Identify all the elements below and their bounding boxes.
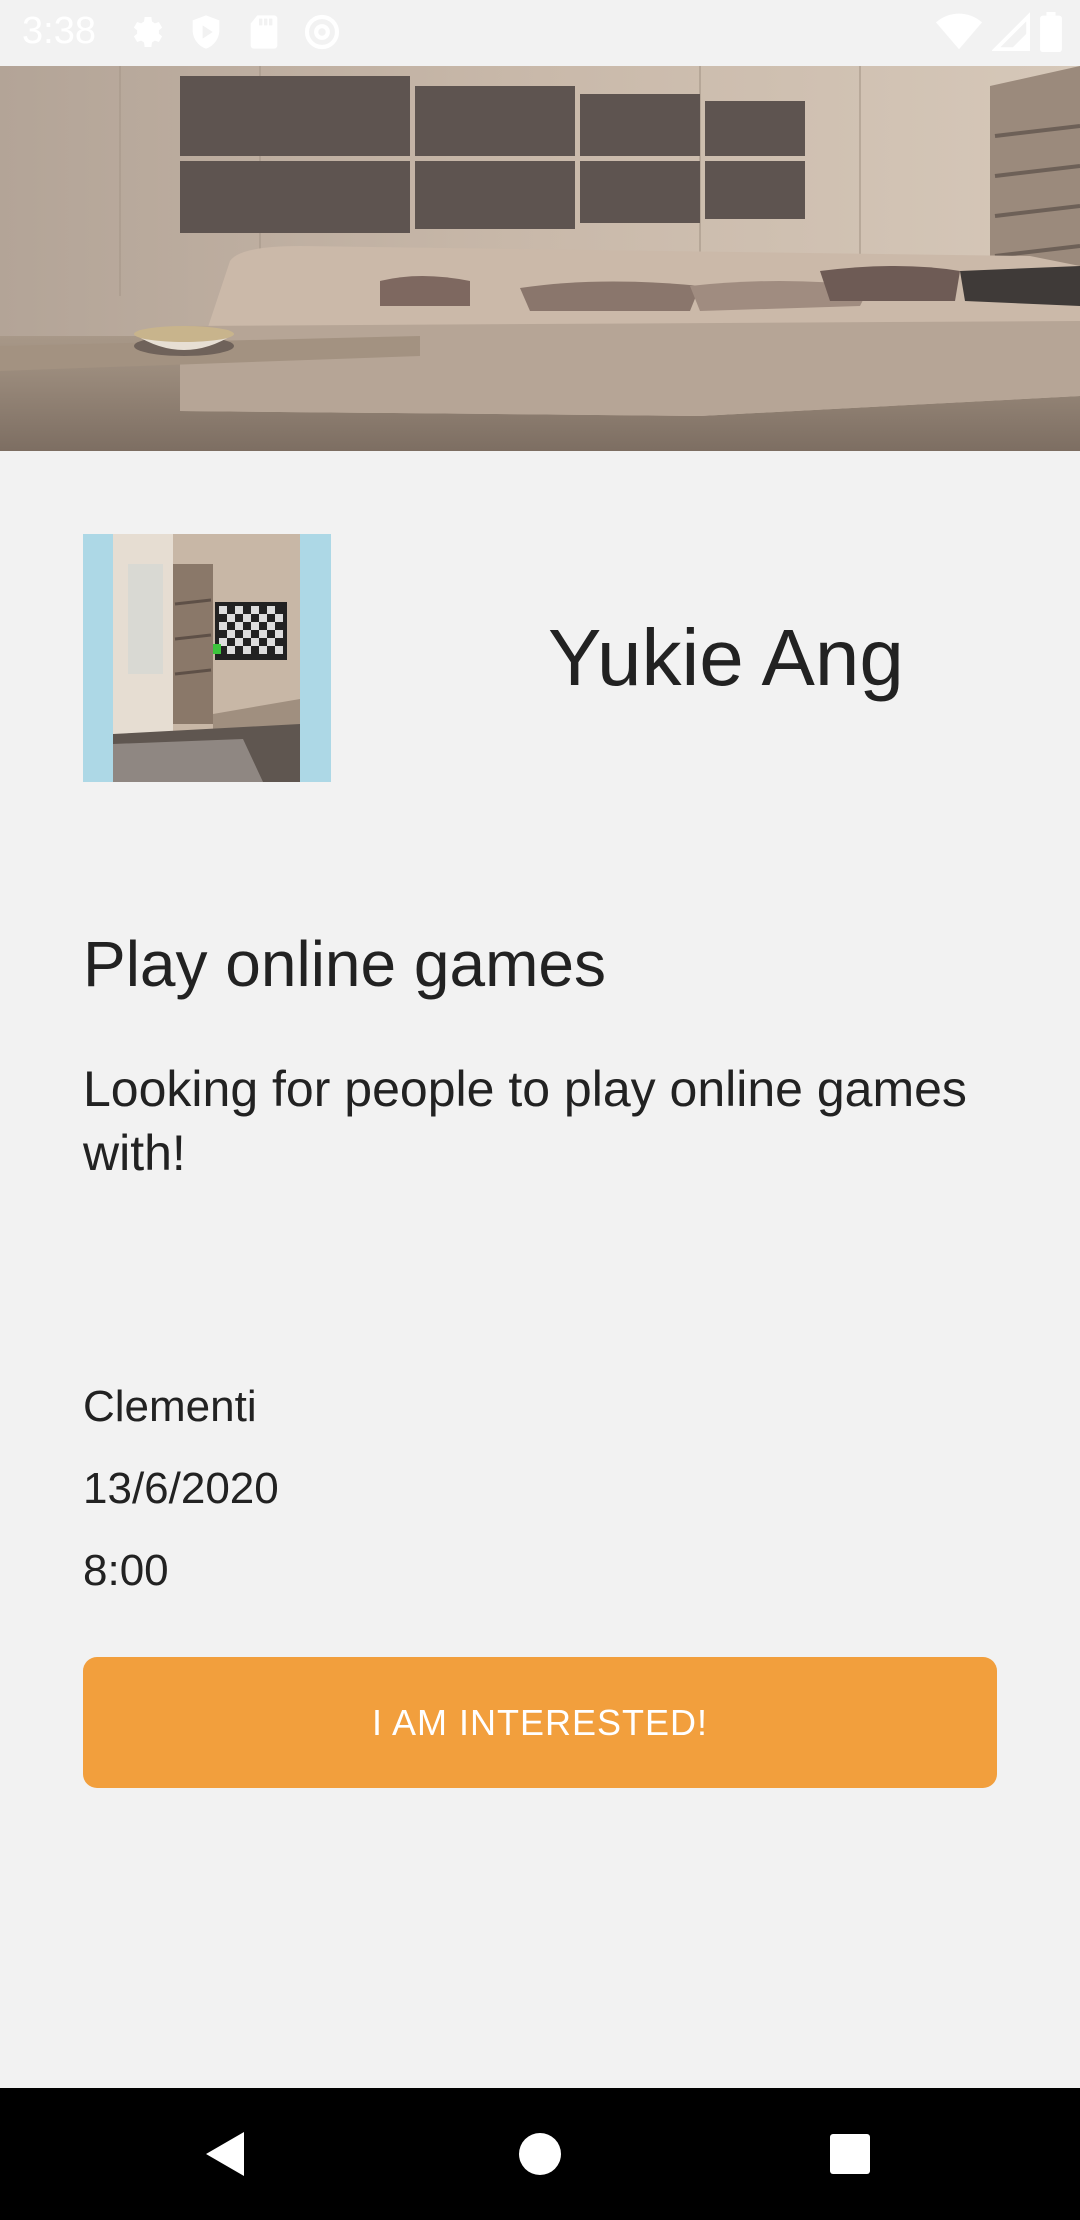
screen: 3:38 Yukie Ang Play online games Looking… bbox=[0, 0, 1080, 2220]
battery-icon bbox=[1040, 12, 1062, 52]
recent-apps-icon[interactable] bbox=[820, 2124, 880, 2184]
shield-icon bbox=[192, 15, 220, 49]
owner-name: Yukie Ang bbox=[548, 613, 904, 702]
sd-card-icon bbox=[250, 15, 278, 49]
signal-icon bbox=[992, 12, 1030, 51]
activity-time: 8:00 bbox=[83, 1546, 169, 1595]
activity-description: Looking for people to play online games … bbox=[83, 1061, 967, 1181]
hero-image bbox=[0, 66, 1080, 451]
status-time: 3:38 bbox=[22, 10, 96, 52]
status-bar: 3:38 bbox=[0, 0, 1080, 66]
status-right-icons bbox=[936, 12, 1062, 52]
home-icon[interactable] bbox=[510, 2124, 570, 2184]
navigation-bar bbox=[0, 2088, 1080, 2220]
interested-button[interactable]: I AM INTERESTED! bbox=[83, 1657, 997, 1788]
activity-date: 13/6/2020 bbox=[83, 1464, 279, 1513]
back-icon[interactable] bbox=[196, 2124, 256, 2184]
settings-icon bbox=[133, 17, 163, 47]
activity-title: Play online games bbox=[83, 928, 606, 1000]
at-sign-icon bbox=[304, 14, 340, 50]
living-room-illustration bbox=[0, 66, 1080, 451]
wifi-icon bbox=[936, 13, 982, 50]
status-icons bbox=[128, 12, 342, 52]
avatar[interactable] bbox=[83, 534, 331, 782]
activity-location: Clementi bbox=[83, 1382, 257, 1431]
room-with-tv-illustration bbox=[83, 534, 331, 782]
